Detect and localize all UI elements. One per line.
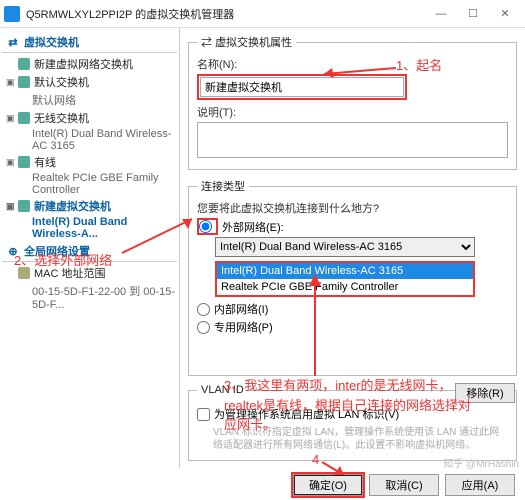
nic-option-intel[interactable]: Intel(R) Dual Band Wireless-AC 3165 bbox=[217, 263, 473, 279]
vswitch-properties-legend: ⇄ 虚拟交换机属性 bbox=[197, 34, 296, 50]
mac-icon bbox=[18, 267, 30, 279]
wifi-switch-item[interactable]: ▣ 无线交换机 bbox=[2, 109, 177, 127]
external-radio[interactable] bbox=[199, 220, 212, 233]
vlan-description: VLAN 标识符指定虚拟 LAN，管理操作系统使用该 LAN 通过此网络适配器进… bbox=[213, 426, 508, 452]
maximize-button[interactable]: ☐ bbox=[457, 2, 489, 26]
watermark: 知乎 @MrHashin bbox=[443, 455, 519, 470]
vlan-checkbox-label: 为管理操作系统启用虚拟 LAN 标识(V) bbox=[214, 406, 399, 422]
nic-dropdown-open[interactable]: Intel(R) Dual Band Wireless-AC 3165 Real… bbox=[215, 261, 475, 297]
ok-button[interactable]: 确定(O) bbox=[293, 474, 363, 496]
globe-icon: ⊕ bbox=[6, 244, 20, 258]
wired-switch-label: 有线 bbox=[34, 154, 56, 170]
left-tree-pane: ⇄ 虚拟交换机 新建虚拟网络交换机 ▣ 默认交换机 默认网络 ▣ 无线交换机 I… bbox=[0, 28, 180, 468]
section-global: ⊕ 全局网络设置 bbox=[2, 241, 177, 262]
vlan-legend: VLAN ID bbox=[197, 384, 248, 396]
wired-nic-label: Realtek PCIe GBE Family Controller bbox=[32, 172, 177, 196]
mac-range-item[interactable]: MAC 地址范围 bbox=[2, 264, 177, 282]
default-network-label: 默认网络 bbox=[32, 92, 76, 108]
switch-node-icon bbox=[18, 112, 30, 124]
section-virtual-switches: ⇄ 虚拟交换机 bbox=[2, 32, 177, 53]
apply-button[interactable]: 应用(A) bbox=[445, 474, 515, 496]
new-vswitch-label: 新建虚拟交换机 bbox=[34, 198, 111, 214]
expander-icon[interactable]: ▣ bbox=[6, 201, 16, 211]
mac-range-label: MAC 地址范围 bbox=[34, 265, 106, 281]
nic-option-realtek[interactable]: Realtek PCIe GBE Family Controller bbox=[217, 279, 473, 295]
section-vswitch-label: 虚拟交换机 bbox=[24, 34, 79, 50]
new-network-switch-label: 新建虚拟网络交换机 bbox=[34, 56, 133, 72]
props-legend-text: 虚拟交换机属性 bbox=[215, 37, 292, 49]
switch-node-icon bbox=[18, 156, 30, 168]
mac-range-value-item[interactable]: 00-15-5D-F1-22-00 到 00-15-5D-F... bbox=[2, 282, 177, 312]
wired-nic-item[interactable]: Realtek PCIe GBE Family Controller bbox=[2, 171, 177, 197]
private-label: 专用网络(P) bbox=[214, 319, 273, 335]
conn-question: 您要将此虚拟交换机连接到什么地方? bbox=[197, 200, 508, 216]
wired-switch-item[interactable]: ▣ 有线 bbox=[2, 153, 177, 171]
new-vswitch-nic-item[interactable]: Intel(R) Dual Band Wireless-A... bbox=[2, 215, 177, 241]
internal-label: 内部网络(I) bbox=[214, 301, 268, 317]
switch-node-icon bbox=[18, 200, 30, 212]
properties-pane: ⇄ 虚拟交换机属性 名称(N): 说明(T): 连接类型 您要将此虚拟交换机连接… bbox=[180, 28, 525, 468]
expander-icon[interactable]: ▣ bbox=[6, 77, 16, 87]
default-network-item[interactable]: 默认网络 bbox=[2, 91, 177, 109]
nic-select[interactable]: Intel(R) Dual Band Wireless-AC 3165 bbox=[215, 237, 475, 257]
name-input[interactable] bbox=[200, 77, 404, 97]
expander-icon[interactable]: ▣ bbox=[6, 157, 16, 167]
notes-label: 说明(T): bbox=[197, 104, 508, 120]
private-radio[interactable] bbox=[197, 321, 210, 334]
default-switch-item[interactable]: ▣ 默认交换机 bbox=[2, 73, 177, 91]
minimize-button[interactable]: — bbox=[425, 2, 457, 26]
mac-range-value: 00-15-5D-F1-22-00 到 00-15-5D-F... bbox=[32, 283, 177, 311]
default-switch-label: 默认交换机 bbox=[34, 74, 89, 90]
app-icon bbox=[4, 6, 20, 22]
vlan-checkbox[interactable] bbox=[197, 408, 210, 421]
section-global-label: 全局网络设置 bbox=[24, 243, 90, 259]
conn-type-legend: 连接类型 bbox=[197, 178, 249, 194]
remove-button[interactable]: 移除(R) bbox=[455, 383, 515, 403]
wifi-switch-label: 无线交换机 bbox=[34, 110, 89, 126]
switch-icon: ⇄ bbox=[6, 35, 20, 49]
internal-radio[interactable] bbox=[197, 303, 210, 316]
close-button[interactable]: ✕ bbox=[489, 2, 521, 26]
switch-node-icon bbox=[18, 76, 30, 88]
new-vswitch-item-selected[interactable]: ▣ 新建虚拟交换机 bbox=[2, 197, 177, 215]
vswitch-properties-group: ⇄ 虚拟交换机属性 名称(N): 说明(T): bbox=[188, 34, 517, 170]
notes-input[interactable] bbox=[197, 122, 508, 158]
switch-node-icon bbox=[18, 58, 30, 70]
expander-icon[interactable]: ▣ bbox=[6, 113, 16, 123]
connection-type-group: 连接类型 您要将此虚拟交换机连接到什么地方? 外部网络(E): Intel(R)… bbox=[188, 178, 517, 376]
wifi-nic-item[interactable]: Intel(R) Dual Band Wireless-AC 3165 bbox=[2, 127, 177, 153]
new-vswitch-nic-label: Intel(R) Dual Band Wireless-A... bbox=[32, 216, 177, 240]
new-network-switch-item[interactable]: 新建虚拟网络交换机 bbox=[2, 55, 177, 73]
cancel-button[interactable]: 取消(C) bbox=[369, 474, 439, 496]
window-title: Q5RMWLXYL2PPI2P 的虚拟交换机管理器 bbox=[26, 6, 425, 22]
external-label: 外部网络(E): bbox=[222, 219, 284, 235]
wifi-nic-label: Intel(R) Dual Band Wireless-AC 3165 bbox=[32, 128, 177, 152]
name-label: 名称(N): bbox=[197, 56, 508, 72]
